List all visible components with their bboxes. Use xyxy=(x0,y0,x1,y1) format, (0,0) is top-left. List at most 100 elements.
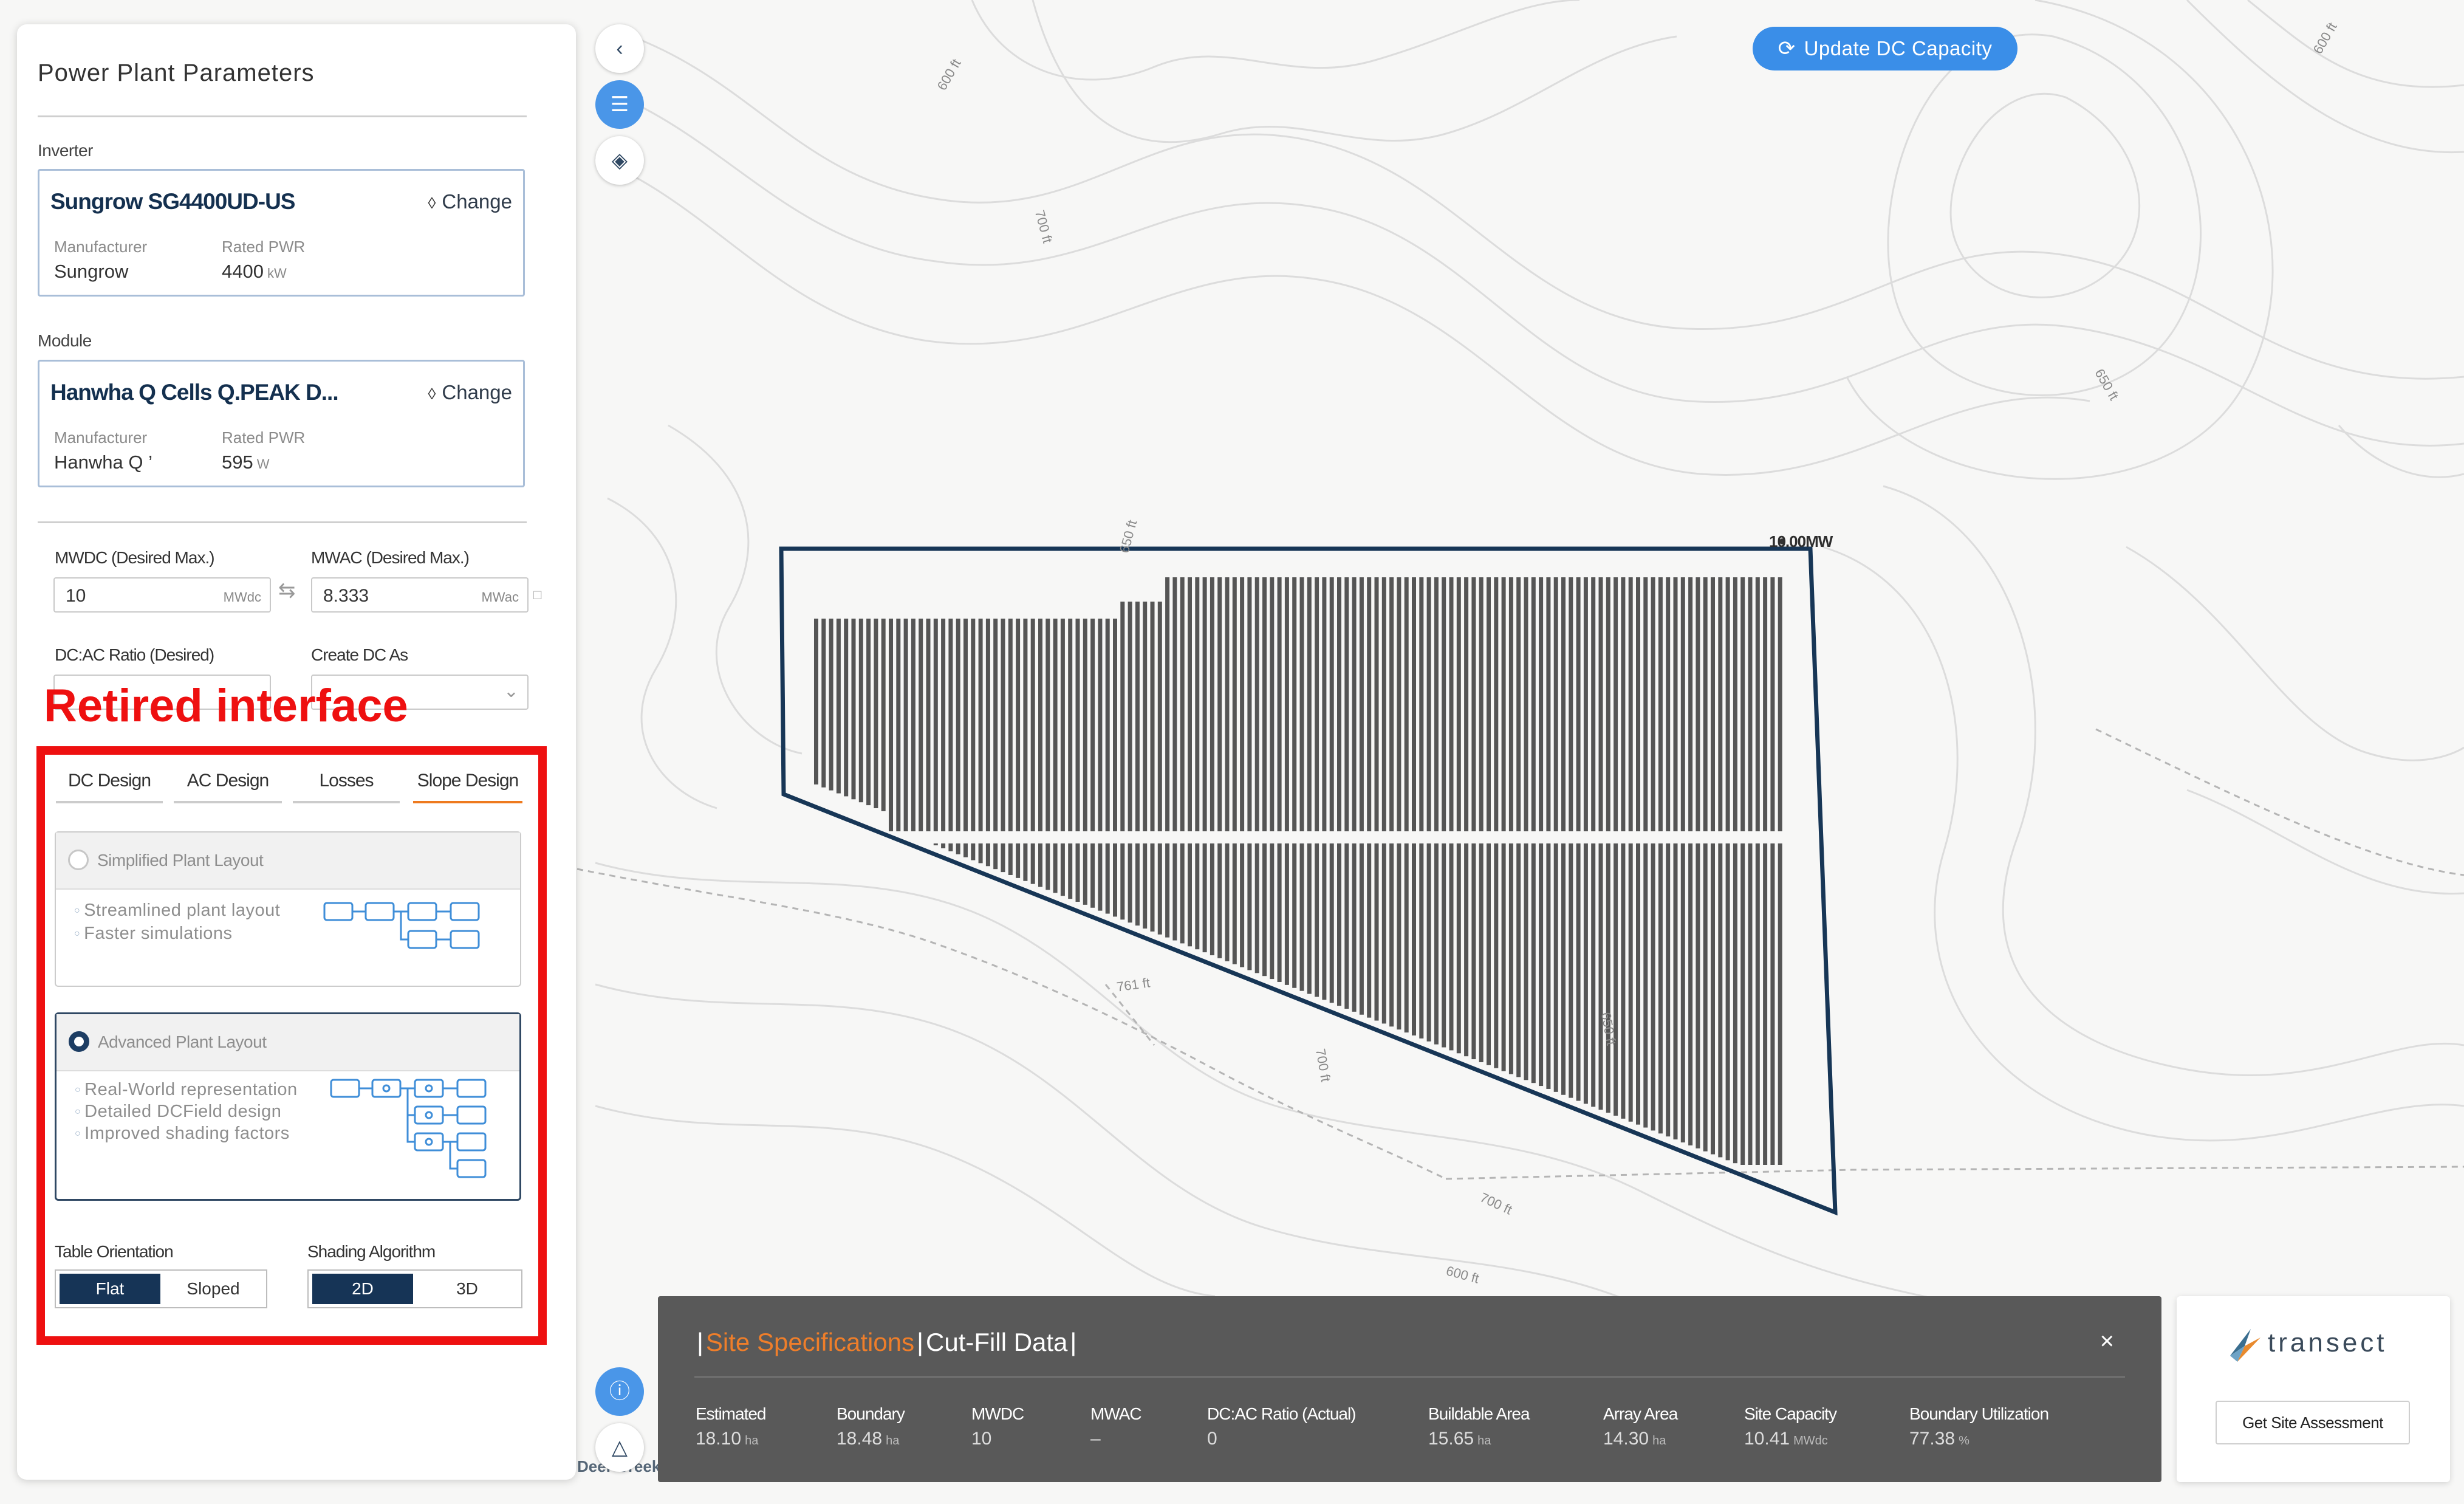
tab-cut-fill-data[interactable]: Cut-Fill Data xyxy=(926,1328,1067,1356)
array-row xyxy=(1210,577,1214,831)
array-row xyxy=(1105,843,1110,914)
array-row xyxy=(858,619,863,803)
array-row xyxy=(978,843,983,864)
swap-icon: ◊ xyxy=(428,194,436,212)
array-row xyxy=(874,619,878,808)
array-row xyxy=(1053,843,1058,893)
array-row xyxy=(1404,843,1409,1033)
simplified-plant-layout-option[interactable]: Simplified Plant Layout ○ Streamlined pla… xyxy=(55,831,521,987)
mwac-input[interactable]: 8.333 MWac xyxy=(311,577,529,613)
array-row xyxy=(1501,843,1506,1071)
tab-ac-design[interactable]: AC Design xyxy=(174,771,282,791)
array-row xyxy=(1060,843,1065,896)
metric-value: 14.30 ha xyxy=(1603,1429,1666,1449)
array-row xyxy=(1733,577,1737,831)
terrain-button[interactable]: △ xyxy=(595,1423,644,1472)
transect-wordmark: transect xyxy=(2268,1328,2387,1358)
array-row xyxy=(1367,843,1372,1018)
orientation-option-flat[interactable]: Flat xyxy=(60,1274,160,1304)
refresh-icon: ⟳ xyxy=(1778,37,1796,60)
layers-icon: ◈ xyxy=(611,149,628,172)
tab-losses[interactable]: Losses xyxy=(293,771,400,791)
array-row xyxy=(1688,577,1693,831)
array-row xyxy=(1621,577,1626,831)
array-row xyxy=(1546,577,1551,831)
array-row xyxy=(1740,577,1745,831)
specs-tabs: |Site Specifications|Cut-Fill Data| xyxy=(697,1328,1077,1356)
tab-dc-design[interactable]: DC Design xyxy=(56,771,163,791)
simplified-layout-title: Simplified Plant Layout xyxy=(97,851,264,870)
array-row xyxy=(1128,602,1132,831)
radio-selected[interactable] xyxy=(69,1031,89,1052)
array-row xyxy=(1307,577,1312,831)
array-row xyxy=(1471,577,1476,831)
array-row xyxy=(1546,843,1551,1089)
array-row xyxy=(1016,843,1021,878)
array-row xyxy=(1016,619,1021,831)
array-row xyxy=(1217,843,1222,958)
array-row xyxy=(978,619,983,831)
array-row xyxy=(1606,843,1610,1113)
info-icon: ⓘ xyxy=(609,1380,630,1403)
array-row xyxy=(1299,577,1304,831)
array-row xyxy=(1636,843,1640,1125)
array-row xyxy=(1531,843,1536,1083)
shading-option-2d[interactable]: 2D xyxy=(312,1274,413,1304)
array-row xyxy=(1725,577,1730,831)
capacity-label: 10.00MW xyxy=(1769,532,1833,551)
array-row xyxy=(1426,843,1431,1042)
dcac-ratio-label: DC:AC Ratio (Desired) xyxy=(55,645,214,664)
mwac-value: 8.333 xyxy=(323,586,369,606)
array-row xyxy=(1277,577,1282,831)
lock-icon[interactable]: □ xyxy=(533,587,541,603)
array-row xyxy=(1763,577,1768,831)
tab-underline xyxy=(56,801,163,803)
array-row xyxy=(1329,843,1334,1003)
array-row xyxy=(1045,843,1050,890)
array-row xyxy=(1456,843,1461,1054)
orientation-option-sloped[interactable]: Sloped xyxy=(163,1274,264,1304)
shading-option-3d[interactable]: 3D xyxy=(417,1274,518,1304)
array-row xyxy=(1337,577,1341,831)
array-row xyxy=(1561,843,1566,1095)
inverter-change-button[interactable]: ◊ Change xyxy=(428,190,512,213)
mwdc-input[interactable]: 10 MWdc xyxy=(53,577,271,613)
bullet-item: ○ Real-World representation xyxy=(75,1080,298,1099)
shading-algorithm-toggle: 2D 3D xyxy=(307,1269,522,1308)
array-row xyxy=(1284,843,1289,985)
tab-slope-design[interactable]: Slope Design xyxy=(413,771,522,791)
array-row xyxy=(1763,843,1768,1165)
bullet-item: ○ Improved shading factors xyxy=(75,1124,290,1143)
metric-label: MWDC xyxy=(971,1404,1024,1423)
swap-arrows-icon[interactable]: ⇆ xyxy=(278,579,296,603)
close-icon[interactable]: × xyxy=(2100,1328,2114,1355)
array-row xyxy=(1270,577,1275,831)
array-row xyxy=(1045,619,1050,831)
module-change-button[interactable]: ◊ Change xyxy=(428,381,512,404)
array-row xyxy=(1023,843,1028,881)
list-view-button[interactable]: ☰ xyxy=(595,80,644,129)
radio-unselected[interactable] xyxy=(68,850,89,870)
array-row xyxy=(836,619,841,794)
array-row xyxy=(1262,843,1267,977)
array-row xyxy=(1583,843,1588,1104)
array-row xyxy=(1262,577,1267,831)
array-row xyxy=(1075,619,1080,831)
array-row xyxy=(1755,577,1760,831)
array-row xyxy=(1240,577,1245,831)
array-row xyxy=(1292,843,1297,988)
solar-array xyxy=(814,577,1782,1165)
update-dc-capacity-button[interactable]: ⟳ Update DC Capacity xyxy=(1753,27,2017,70)
advanced-plant-layout-option[interactable]: Advanced Plant Layout ○ Real-World repres… xyxy=(55,1012,521,1201)
collapse-panel-button[interactable]: ‹ xyxy=(595,24,644,73)
info-button[interactable]: ⓘ xyxy=(595,1367,644,1416)
array-row xyxy=(1322,843,1327,1000)
array-row xyxy=(971,843,976,860)
array-row xyxy=(1651,843,1655,1131)
array-row xyxy=(1113,843,1117,917)
get-site-assessment-button[interactable]: Get Site Assessment xyxy=(2216,1401,2410,1444)
array-row xyxy=(956,619,960,831)
layers-button[interactable]: ◈ xyxy=(595,136,644,185)
metric-label: MWAC xyxy=(1090,1404,1142,1423)
tab-site-specifications[interactable]: Site Specifications xyxy=(706,1328,914,1356)
